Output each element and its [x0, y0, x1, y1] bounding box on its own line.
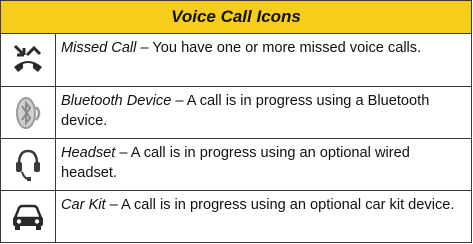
icon-cell: [1, 87, 56, 138]
table-row: Bluetooth Device – A call is in progress…: [1, 87, 471, 139]
table-row: Headset – A call is in progress using an…: [1, 139, 471, 191]
row-text: Bluetooth Device – A call is in progress…: [56, 87, 471, 138]
icon-cell: [1, 139, 56, 190]
table-row: Car Kit – A call is in progress using an…: [1, 191, 471, 243]
bluetooth-device-icon: [12, 94, 44, 132]
row-text: Missed Call – You have one or more misse…: [56, 34, 471, 86]
missed-call-icon: [11, 43, 45, 77]
row-desc: – A call is in progress using an optiona…: [105, 197, 455, 213]
row-text: Headset – A call is in progress using an…: [56, 139, 471, 190]
icon-cell: [1, 34, 56, 86]
row-text: Car Kit – A call is in progress using an…: [56, 191, 471, 243]
row-term: Missed Call: [61, 40, 137, 56]
car-kit-icon: [10, 201, 46, 233]
row-term: Car Kit: [61, 197, 106, 213]
row-term: Bluetooth Device: [61, 93, 172, 109]
headset-icon: [13, 147, 43, 183]
voice-call-icons-table: Voice Call Icons Missed Call – You have …: [0, 0, 472, 243]
table-row: Missed Call – You have one or more misse…: [1, 34, 471, 87]
row-term: Headset: [61, 145, 116, 161]
icon-cell: [1, 191, 56, 243]
row-desc: – You have one or more missed voice call…: [136, 40, 422, 56]
table-title: Voice Call Icons: [1, 1, 471, 34]
